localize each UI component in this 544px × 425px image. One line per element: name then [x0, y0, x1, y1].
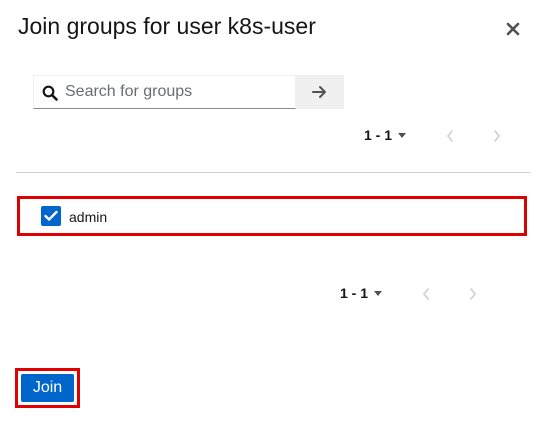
group-checkbox[interactable]	[41, 206, 61, 226]
pagination-range[interactable]: 1 - 1	[364, 127, 392, 143]
divider	[16, 172, 530, 173]
dialog-title: Join groups for user k8s-user	[18, 13, 316, 39]
search-icon	[42, 85, 58, 101]
close-button[interactable]	[503, 19, 523, 39]
pagination-range[interactable]: 1 - 1	[340, 285, 368, 301]
search-submit-button[interactable]	[296, 75, 344, 109]
join-button-highlight: Join	[15, 368, 80, 408]
search-box	[33, 75, 296, 109]
chevron-right-icon[interactable]	[492, 129, 502, 143]
group-name: admin	[69, 209, 108, 225]
checkmark-icon	[44, 210, 58, 221]
arrow-right-icon	[312, 86, 326, 98]
chevron-right-icon[interactable]	[468, 287, 478, 301]
pagination-bottom: 1 - 1	[340, 282, 490, 306]
list-item[interactable]: admin	[17, 196, 527, 236]
chevron-left-icon[interactable]	[445, 129, 455, 143]
join-button[interactable]: Join	[21, 374, 74, 402]
caret-down-icon[interactable]	[398, 133, 406, 138]
search-input[interactable]	[65, 76, 290, 108]
caret-down-icon[interactable]	[374, 291, 382, 296]
close-icon	[506, 22, 520, 36]
chevron-left-icon[interactable]	[421, 287, 431, 301]
pagination-top: 1 - 1	[364, 124, 514, 148]
